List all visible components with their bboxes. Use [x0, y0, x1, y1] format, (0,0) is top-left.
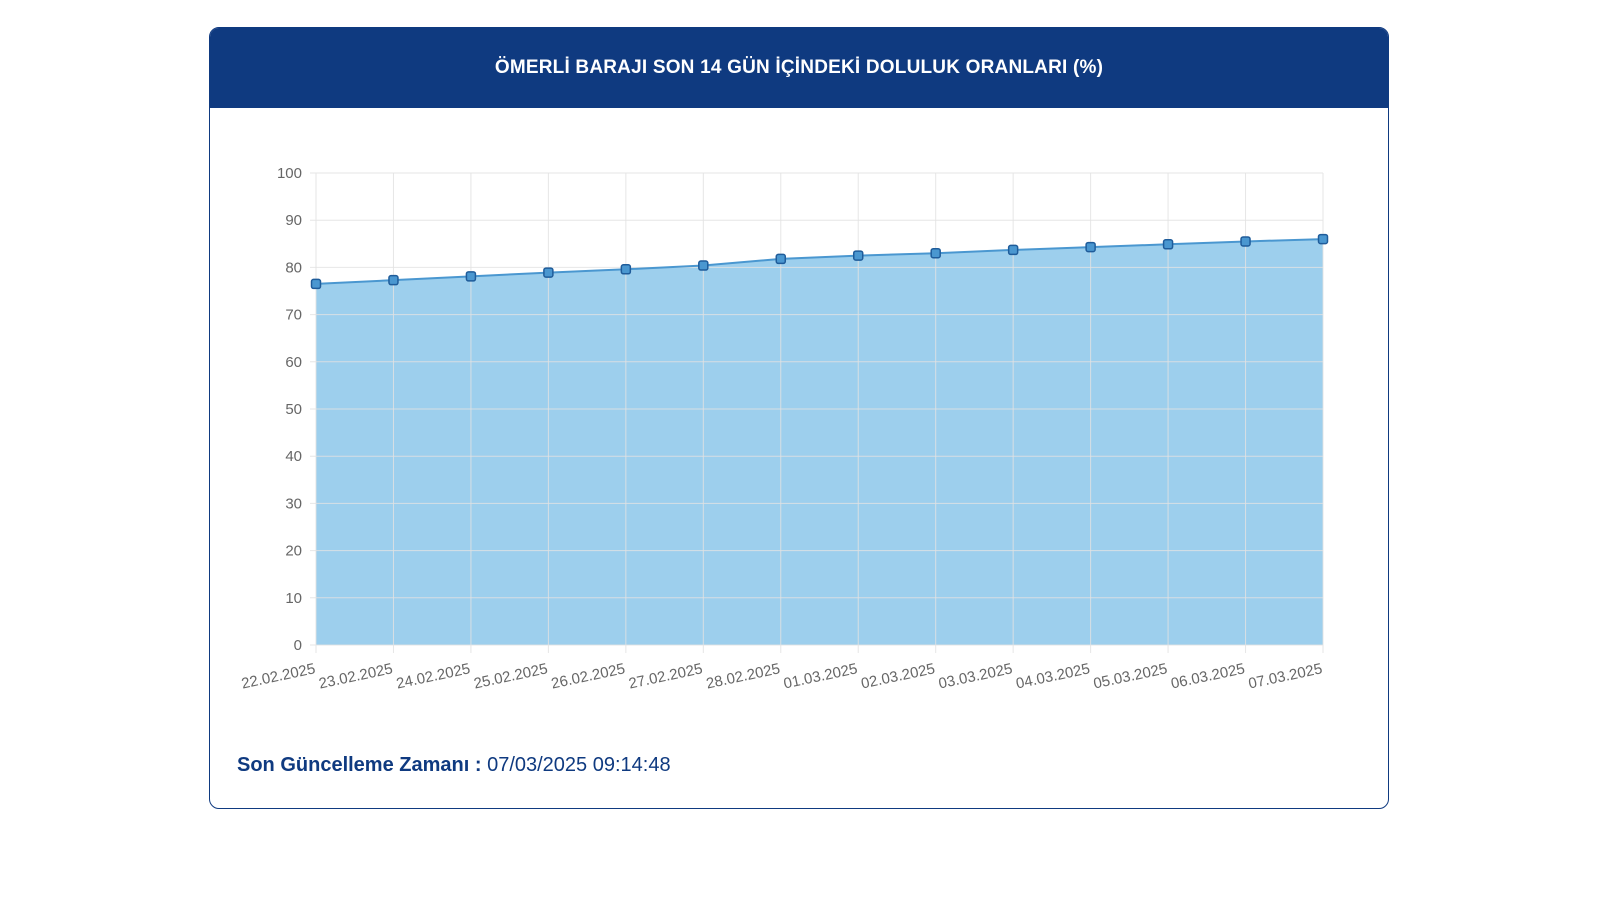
data-point — [310, 278, 322, 290]
x-tick-label: 07.03.2025 — [1247, 660, 1324, 692]
x-tick-label: 05.03.2025 — [1092, 660, 1169, 692]
last-update: Son Güncelleme Zamanı : 07/03/2025 09:14… — [237, 754, 671, 777]
x-tick-label: 01.03.2025 — [782, 660, 859, 692]
data-point — [1162, 239, 1174, 250]
data-point — [1240, 236, 1251, 247]
data-point — [852, 250, 864, 261]
data-point — [543, 267, 554, 278]
chart-panel: ÖMERLİ BARAJI SON 14 GÜN İÇİNDEKİ DOLULU… — [209, 27, 1389, 809]
area-fill — [316, 239, 1323, 645]
data-point — [1007, 244, 1019, 256]
y-tick-label: 50 — [285, 401, 302, 418]
y-tick-label: 60 — [285, 354, 302, 371]
x-tick-label: 02.03.2025 — [860, 660, 937, 692]
y-tick-label: 80 — [285, 259, 302, 276]
y-tick-label: 100 — [277, 165, 302, 182]
y-tick-label: 40 — [285, 448, 302, 465]
data-point — [775, 253, 787, 265]
x-tick-label: 06.03.2025 — [1169, 660, 1246, 692]
y-tick-label: 90 — [285, 212, 302, 229]
x-tick-label: 03.03.2025 — [937, 660, 1014, 692]
x-tick-label: 22.02.2025 — [240, 660, 317, 692]
x-tick-label: 04.03.2025 — [1014, 660, 1091, 692]
panel-header: ÖMERLİ BARAJI SON 14 GÜN İÇİNDEKİ DOLULU… — [210, 28, 1388, 108]
x-tick-label: 23.02.2025 — [317, 660, 394, 692]
data-point — [1085, 241, 1096, 253]
y-tick-label: 0 — [294, 637, 302, 654]
y-tick-label: 10 — [285, 590, 302, 607]
y-tick-label: 30 — [285, 495, 302, 512]
chart-title: ÖMERLİ BARAJI SON 14 GÜN İÇİNDEKİ DOLULU… — [494, 57, 1104, 78]
data-point — [698, 260, 709, 271]
data-point — [465, 271, 477, 282]
data-point — [930, 247, 941, 259]
chart-area: 0 10 20 30 40 50 60 70 80 90 100 22.02.2025 23.02.20… — [210, 108, 1388, 728]
y-tick-label: 20 — [285, 543, 302, 560]
x-tick-label: 27.02.2025 — [627, 660, 704, 692]
data-point — [620, 264, 632, 275]
y-tick-label: 70 — [285, 307, 302, 324]
fill-rate-chart: 0 10 20 30 40 50 60 70 80 90 100 22.02.2025 23.02.20… — [240, 165, 1329, 693]
data-point — [388, 274, 399, 286]
data-point — [1317, 233, 1329, 245]
x-tick-label: 25.02.2025 — [472, 660, 549, 692]
x-tick-label: 24.02.2025 — [395, 660, 472, 692]
x-tick-label: 26.02.2025 — [550, 660, 627, 692]
last-update-label: Son Güncelleme Zamanı : — [237, 754, 482, 776]
x-tick-label: 28.02.2025 — [705, 660, 782, 692]
last-update-value: 07/03/2025 09:14:48 — [487, 754, 671, 776]
